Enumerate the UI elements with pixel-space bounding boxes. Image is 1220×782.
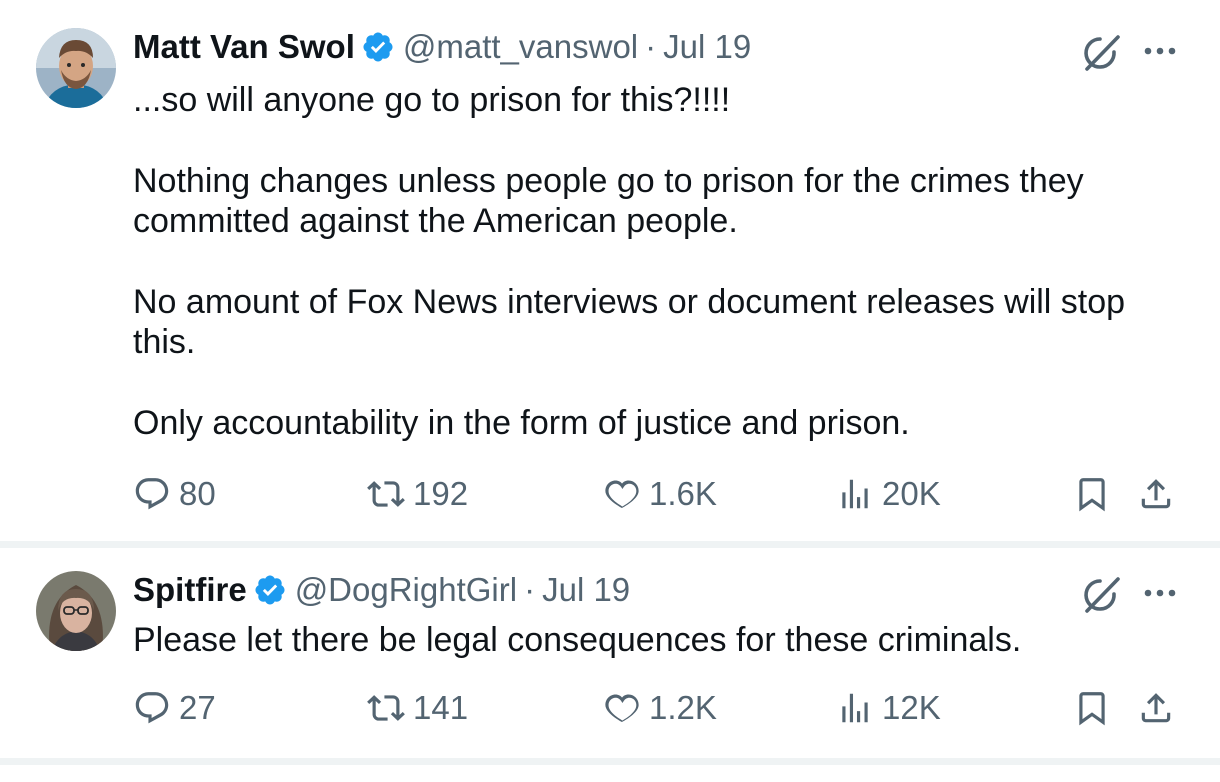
tweet-paragraph: No amount of Fox News interviews or docu…: [133, 283, 1126, 361]
reply-button[interactable]: 80: [133, 470, 216, 518]
author-handle[interactable]: @DogRightGirl: [295, 570, 517, 610]
bookmark-icon: [1079, 692, 1105, 726]
bookmark-button[interactable]: [1073, 684, 1111, 732]
tweet-paragraph: Please let there be legal consequences f…: [133, 621, 1022, 659]
tweet-paragraph: ...so will anyone go to prison for this?…: [133, 81, 731, 119]
repost-button[interactable]: 192: [367, 470, 468, 518]
reply-button[interactable]: 27: [133, 684, 216, 732]
author-name[interactable]: Matt Van Swol: [133, 27, 355, 67]
repost-icon: [367, 695, 405, 721]
action-bar: 27 141 1.2K 12K: [133, 684, 1193, 732]
views-button[interactable]: 20K: [836, 470, 941, 518]
grok-icon[interactable]: [1078, 30, 1124, 76]
view-count: 12K: [882, 689, 941, 726]
tweet-text: ...so will anyone go to prison for this?…: [133, 80, 1193, 443]
views-icon: [842, 479, 868, 509]
share-button[interactable]: [1137, 684, 1175, 732]
tweet-paragraph: Nothing changes unless people go to pris…: [133, 162, 1084, 240]
separator: ·: [645, 28, 657, 65]
repost-count: 141: [413, 689, 469, 726]
like-button[interactable]: 1.2K: [603, 684, 717, 732]
like-count: 1.6K: [649, 475, 717, 512]
tweet-2[interactable]: Spitfire @DogRightGirl · Jul 19 Please l…: [0, 548, 1220, 758]
reply-icon: [135, 692, 169, 724]
author-handle[interactable]: @matt_vanswol: [403, 27, 638, 67]
tweet-header: Matt Van Swol @matt_vanswol · Jul 19: [133, 27, 751, 67]
author-name[interactable]: Spitfire: [133, 570, 247, 610]
avatar[interactable]: [36, 28, 116, 108]
tweet-date[interactable]: Jul 19: [663, 27, 751, 67]
views-button[interactable]: 12K: [836, 684, 941, 732]
verified-badge-icon[interactable]: [253, 573, 287, 607]
more-icon[interactable]: [1140, 573, 1180, 613]
tweet-text: Please let there be legal consequences f…: [133, 620, 1193, 660]
tweet-date[interactable]: Jul 19: [542, 570, 630, 610]
like-count: 1.2K: [649, 689, 717, 726]
avatar[interactable]: [36, 571, 116, 651]
repost-count: 192: [413, 475, 469, 512]
share-icon: [1141, 693, 1171, 723]
tweet-divider: [0, 758, 1220, 765]
action-bar: 80 192 1.6K 20K: [133, 470, 1193, 518]
tweet-header: Spitfire @DogRightGirl · Jul 19: [133, 570, 630, 610]
bookmark-icon: [1079, 478, 1105, 512]
tweet-1[interactable]: Matt Van Swol @matt_vanswol · Jul 19 ...…: [0, 0, 1220, 541]
tweet-paragraph: Only accountability in the form of justi…: [133, 404, 910, 442]
repost-button[interactable]: 141: [367, 684, 468, 732]
more-icon[interactable]: [1140, 31, 1180, 71]
separator: ·: [524, 571, 536, 608]
views-icon: [842, 693, 868, 723]
reply-count: 80: [179, 475, 216, 512]
verified-badge-icon[interactable]: [361, 30, 395, 64]
share-icon: [1141, 479, 1171, 509]
heart-icon: [605, 480, 639, 509]
reply-count: 27: [179, 689, 216, 726]
view-count: 20K: [882, 475, 941, 512]
grok-icon[interactable]: [1078, 572, 1124, 618]
repost-icon: [367, 481, 405, 507]
heart-icon: [605, 694, 639, 723]
bookmark-button[interactable]: [1073, 470, 1111, 518]
share-button[interactable]: [1137, 470, 1175, 518]
like-button[interactable]: 1.6K: [603, 470, 717, 518]
tweet-divider: [0, 541, 1220, 548]
reply-icon: [135, 478, 169, 510]
